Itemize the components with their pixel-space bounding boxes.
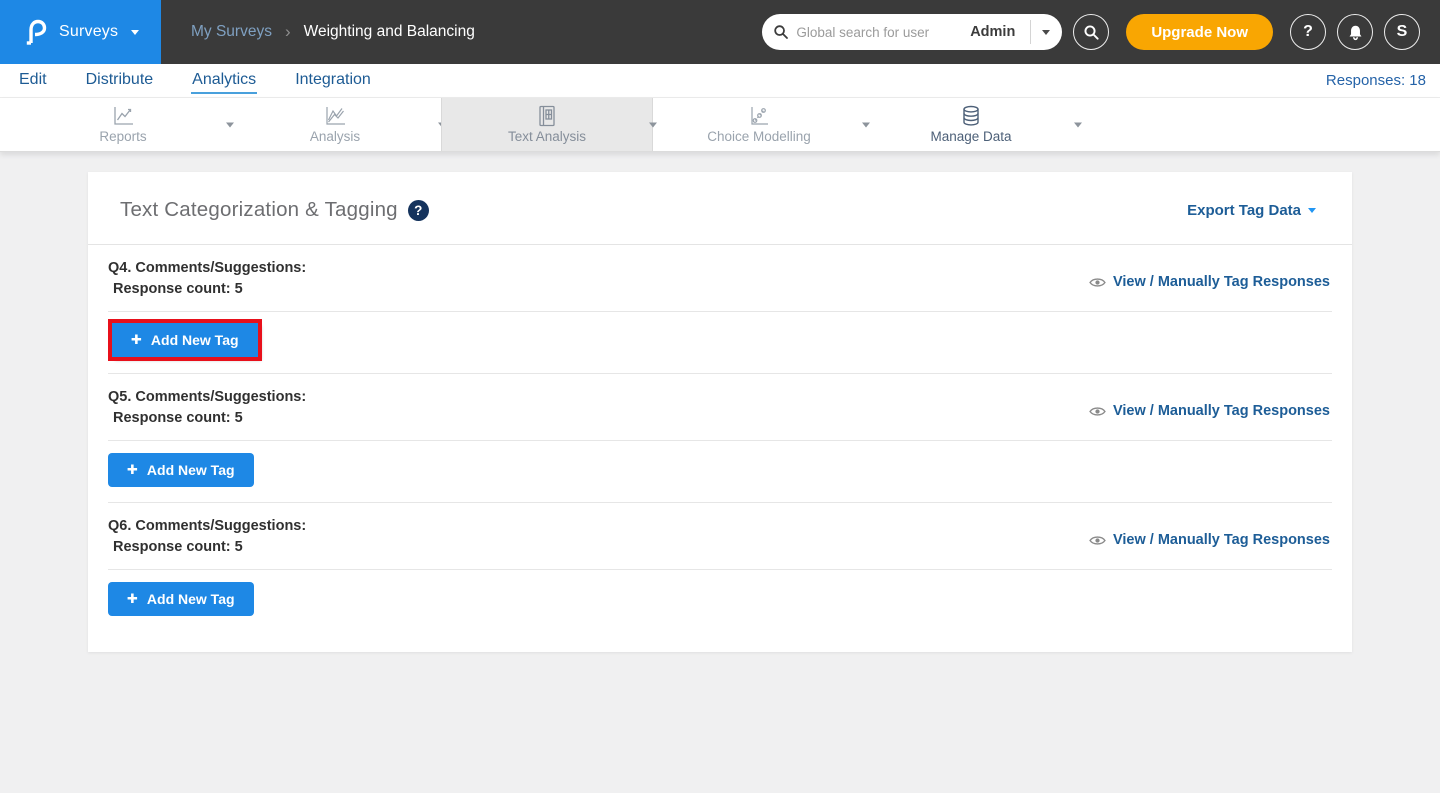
tab-analytics[interactable]: Analytics xyxy=(191,67,257,94)
export-tag-data-dropdown[interactable]: Export Tag Data xyxy=(1187,202,1316,219)
top-header-bar: Surveys My Surveys › Weighting and Balan… xyxy=(0,0,1440,64)
bell-icon xyxy=(1347,24,1364,41)
response-count: Response count: 5 xyxy=(108,537,306,558)
add-new-tag-button[interactable]: ✚ Add New Tag xyxy=(108,582,254,616)
question-section-q5: Q5. Comments/Suggestions: Response count… xyxy=(88,374,1352,503)
responses-count: Responses: 18 xyxy=(1326,72,1426,89)
question-title: Q4. Comments/Suggestions: xyxy=(108,258,306,279)
question-title: Q5. Comments/Suggestions: xyxy=(108,387,306,408)
search-scope-dropdown-icon[interactable] xyxy=(1042,30,1050,35)
add-new-tag-button[interactable]: ✚ Add New Tag xyxy=(112,323,258,357)
user-avatar[interactable]: S xyxy=(1384,14,1420,50)
question-mark-icon: ? xyxy=(1303,23,1313,41)
breadcrumb-current-survey: Weighting and Balancing xyxy=(304,23,475,41)
eye-icon xyxy=(1089,277,1106,288)
response-count: Response count: 5 xyxy=(108,408,306,429)
divider xyxy=(1030,20,1031,44)
tab-text-analysis[interactable]: Text Analysis xyxy=(441,98,653,151)
analytics-toolbar: Reports Analysis Text Analysis xyxy=(0,98,1440,152)
avatar-initial: S xyxy=(1397,23,1408,41)
tab-edit[interactable]: Edit xyxy=(18,67,48,94)
view-link-label: View / Manually Tag Responses xyxy=(1113,532,1330,548)
export-tag-data-label: Export Tag Data xyxy=(1187,202,1301,219)
search-scope-label[interactable]: Admin xyxy=(970,24,1015,40)
view-link-label: View / Manually Tag Responses xyxy=(1113,403,1330,419)
breadcrumb-my-surveys[interactable]: My Surveys xyxy=(191,23,272,41)
search-input[interactable] xyxy=(796,25,963,40)
breadcrumb-separator: › xyxy=(285,22,291,42)
question-section-q4: Q4. Comments/Suggestions: Response count… xyxy=(88,245,1352,374)
tab-analysis[interactable]: Analysis xyxy=(229,98,441,151)
tab-choice-modelling[interactable]: Choice Modelling xyxy=(653,98,865,151)
tab-label: Reports xyxy=(99,129,146,144)
survey-section-nav: Edit Distribute Analytics Integration Re… xyxy=(0,64,1440,98)
search-button[interactable] xyxy=(1073,14,1109,50)
proprofs-logo-icon xyxy=(24,18,48,46)
header-actions: Admin Upgrade Now ? S xyxy=(762,14,1440,50)
eye-icon xyxy=(1089,406,1106,417)
tab-label: Choice Modelling xyxy=(707,129,811,144)
notifications-button[interactable] xyxy=(1337,14,1373,50)
help-icon[interactable]: ? xyxy=(408,200,429,221)
trend-chart-icon xyxy=(323,105,347,127)
panel-header: Text Categorization & Tagging ? Export T… xyxy=(88,172,1352,244)
page-title: Text Categorization & Tagging xyxy=(120,198,398,222)
chevron-down-icon[interactable] xyxy=(1074,122,1082,127)
view-manually-tag-link[interactable]: View / Manually Tag Responses xyxy=(1089,403,1330,419)
add-new-tag-label: Add New Tag xyxy=(151,332,239,348)
main-content: Text Categorization & Tagging ? Export T… xyxy=(0,152,1440,652)
eye-icon xyxy=(1089,535,1106,546)
breadcrumb: My Surveys › Weighting and Balancing xyxy=(191,22,475,42)
add-new-tag-label: Add New Tag xyxy=(147,591,235,607)
tab-reports[interactable]: Reports xyxy=(17,98,229,151)
search-icon xyxy=(1083,24,1100,41)
tab-integration[interactable]: Integration xyxy=(294,67,372,94)
chevron-down-icon xyxy=(1308,208,1316,213)
tab-label: Manage Data xyxy=(930,129,1011,144)
app-label: Surveys xyxy=(59,23,118,41)
journal-grid-icon xyxy=(535,105,559,127)
database-icon xyxy=(959,105,983,127)
add-new-tag-label: Add New Tag xyxy=(147,462,235,478)
global-search-box: Admin xyxy=(762,14,1062,50)
upgrade-now-button[interactable]: Upgrade Now xyxy=(1126,14,1273,50)
response-count: Response count: 5 xyxy=(108,279,306,300)
view-manually-tag-link[interactable]: View / Manually Tag Responses xyxy=(1089,274,1330,290)
question-section-q6: Q6. Comments/Suggestions: Response count… xyxy=(88,503,1352,652)
tab-label: Analysis xyxy=(310,129,360,144)
question-title: Q6. Comments/Suggestions: xyxy=(108,516,306,537)
product-switcher[interactable]: Surveys xyxy=(0,0,161,64)
view-manually-tag-link[interactable]: View / Manually Tag Responses xyxy=(1089,532,1330,548)
help-button[interactable]: ? xyxy=(1290,14,1326,50)
scatter-chart-icon xyxy=(747,105,771,127)
tab-distribute[interactable]: Distribute xyxy=(85,67,155,94)
chevron-down-icon xyxy=(131,30,139,35)
text-tagging-panel: Text Categorization & Tagging ? Export T… xyxy=(88,172,1352,652)
view-link-label: View / Manually Tag Responses xyxy=(1113,274,1330,290)
plus-icon: ✚ xyxy=(127,592,138,607)
search-icon xyxy=(773,24,789,40)
tab-manage-data[interactable]: Manage Data xyxy=(865,98,1077,151)
plus-icon: ✚ xyxy=(127,463,138,478)
plus-icon: ✚ xyxy=(131,333,142,348)
add-new-tag-button[interactable]: ✚ Add New Tag xyxy=(108,453,254,487)
line-chart-icon xyxy=(111,105,135,127)
tab-label: Text Analysis xyxy=(508,129,586,144)
